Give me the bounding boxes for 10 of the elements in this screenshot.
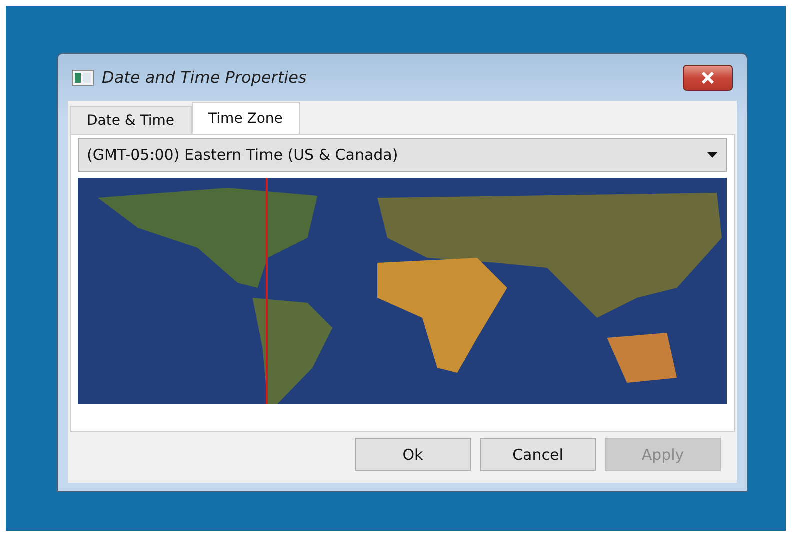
tab[interactable]: Date & Time	[70, 106, 192, 134]
close-icon	[701, 72, 715, 84]
dialog-button[interactable]: Cancel	[480, 438, 596, 471]
dropdown-arrow-icon	[707, 152, 718, 158]
timezone-dropdown[interactable]: (GMT-05:00) Eastern Time (US & Canada)	[78, 138, 727, 172]
tab[interactable]: Time Zone	[192, 102, 300, 134]
window-title: Date and Time Properties	[102, 68, 308, 87]
dialog-button[interactable]: Ok	[355, 438, 471, 471]
window-icon	[72, 70, 94, 86]
close-button[interactable]	[683, 64, 733, 90]
